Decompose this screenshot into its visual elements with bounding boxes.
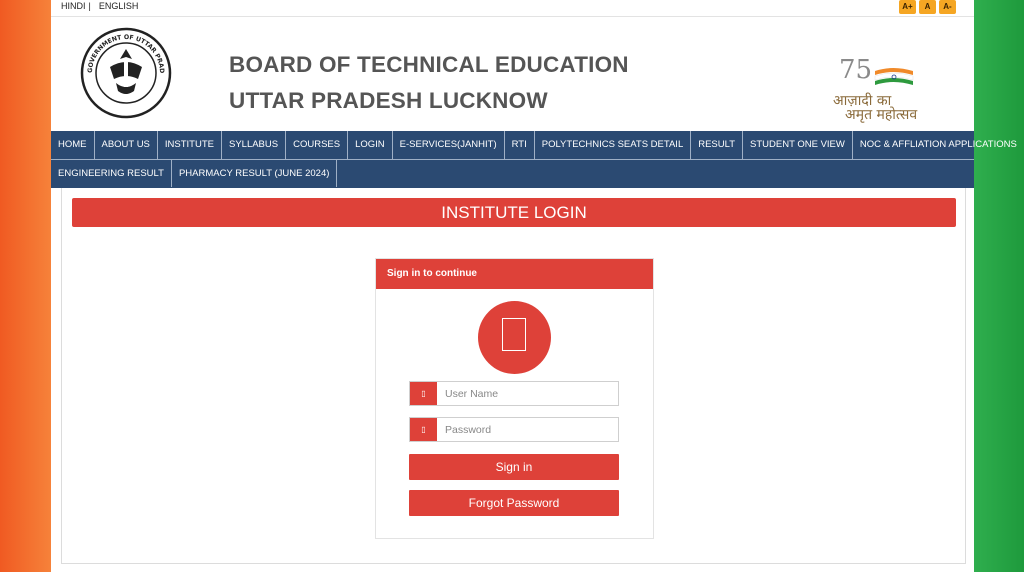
nav-item-about-us[interactable]: ABOUT US: [95, 131, 158, 159]
avatar-placeholder-glyph: [502, 318, 526, 351]
tricolor-flag-icon: [874, 68, 914, 85]
site-title-line2: UTTAR PRADESH LUCKNOW: [229, 88, 548, 113]
lock-icon: ▯: [410, 418, 437, 441]
up-government-emblem-icon: GOVERNMENT OF UTTAR PRADESH: [80, 27, 172, 119]
font-size-controls: A+ A A-: [899, 0, 956, 14]
password-input[interactable]: [437, 418, 618, 441]
font-normal-button[interactable]: A: [919, 0, 936, 14]
site-header: GOVERNMENT OF UTTAR PRADESH BOARD OF TEC…: [51, 17, 974, 130]
nav-item-pharmacy-result[interactable]: PHARMACY RESULT (JUNE 2024): [172, 160, 338, 187]
nav-row-1: HOME ABOUT US INSTITUTE SYLLABUS COURSES…: [51, 131, 1017, 159]
nav-item-rti[interactable]: RTI: [505, 131, 535, 159]
user-avatar-icon: [478, 301, 551, 374]
lang-hindi-link[interactable]: HINDI: [61, 1, 86, 11]
site-title-line1: BOARD OF TECHNICAL EDUCATION: [229, 52, 629, 77]
font-increase-button[interactable]: A+: [899, 0, 916, 14]
username-field: ▯: [409, 381, 619, 406]
user-icon: ▯: [410, 382, 437, 405]
saffron-side-band: [0, 0, 51, 572]
login-card: Sign in to continue ▯ ▯ Sign in Forgot P…: [375, 258, 654, 539]
nav-item-polytechnics-seats-detail[interactable]: POLYTECHNICS SEATS DETAIL: [535, 131, 692, 159]
main-content: INSTITUTE LOGIN Sign in to continue ▯ ▯ …: [61, 188, 966, 564]
nav-item-syllabus[interactable]: SYLLABUS: [222, 131, 287, 159]
main-navigation: HOME ABOUT US INSTITUTE SYLLABUS COURSES…: [51, 131, 1017, 188]
nav-item-courses[interactable]: COURSES: [286, 131, 349, 159]
page-title: INSTITUTE LOGIN: [72, 198, 956, 227]
azadi-number: 75: [839, 55, 873, 85]
username-input[interactable]: [437, 382, 618, 405]
lang-separator: |: [88, 1, 91, 11]
nav-item-institute[interactable]: INSTITUTE: [158, 131, 222, 159]
sign-in-button[interactable]: Sign in: [409, 454, 619, 480]
site-title: BOARD OF TECHNICAL EDUCATION UTTAR PRADE…: [229, 47, 629, 119]
password-field: ▯: [409, 417, 619, 442]
green-side-band: [974, 0, 1024, 572]
lang-english-link[interactable]: ENGLISH: [99, 1, 139, 11]
nav-item-home[interactable]: HOME: [51, 131, 95, 159]
language-switcher: HINDI | ENGLISH: [61, 1, 138, 11]
top-bar: HINDI | ENGLISH A+ A A-: [51, 0, 974, 17]
nav-item-result[interactable]: RESULT: [691, 131, 744, 159]
nav-item-noc-affiliation[interactable]: NOC & AFFLIATION APPLICATIONS: [853, 131, 1024, 159]
nav-row-2: ENGINEERING RESULT PHARMACY RESULT (JUNE…: [51, 159, 974, 187]
nav-item-e-services[interactable]: E-SERVICES(JANHIT): [393, 131, 505, 159]
nav-item-student-one-view[interactable]: STUDENT ONE VIEW: [743, 131, 853, 159]
forgot-password-button[interactable]: Forgot Password: [409, 490, 619, 516]
nav-item-engineering-result[interactable]: ENGINEERING RESULT: [51, 160, 172, 187]
login-card-header: Sign in to continue: [376, 259, 653, 289]
azadi-ka-amrit-mahotsav-logo: 75 आज़ादी का अमृत महोत्सव: [831, 55, 931, 125]
font-decrease-button[interactable]: A-: [939, 0, 956, 14]
page-container: HINDI | ENGLISH A+ A A- GOVERNMENT OF UTTA…: [51, 0, 1017, 572]
azadi-line2: अमृत महोत्सव: [845, 107, 918, 123]
nav-item-login[interactable]: LOGIN: [348, 131, 393, 159]
